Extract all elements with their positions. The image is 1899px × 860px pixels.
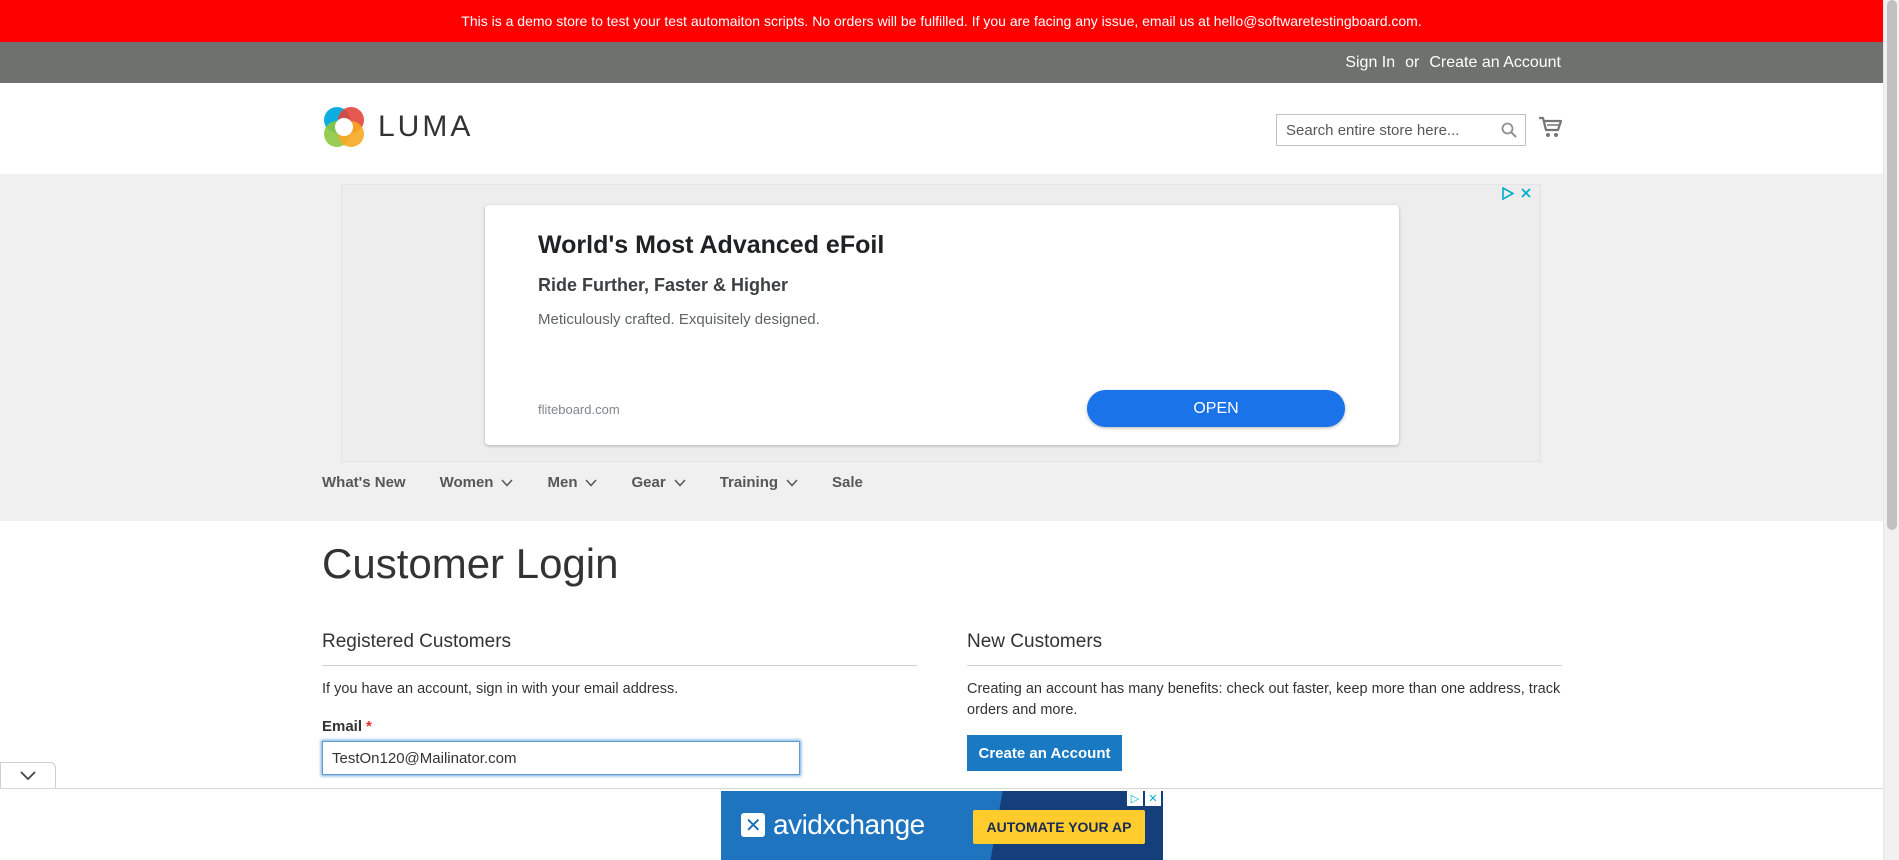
ad-subtitle: Ride Further, Faster & Higher <box>538 275 789 295</box>
page-viewport: This is a demo store to test your test a… <box>0 0 1883 860</box>
ad-title: World's Most Advanced eFoil <box>538 231 885 259</box>
header-links: Sign In or Create an Account <box>1345 42 1561 83</box>
ad-cta-button[interactable]: AUTOMATE YOUR AP <box>973 810 1145 844</box>
registered-customers-title: Registered Customers <box>322 631 917 666</box>
create-account-button[interactable]: Create an Account <box>967 735 1122 771</box>
collapse-ad-button[interactable] <box>0 762 56 788</box>
nav-item-training[interactable]: Training <box>720 474 798 491</box>
luma-logo[interactable]: LUMA <box>322 105 473 149</box>
nav-item-label: What's New <box>322 474 406 491</box>
ad-description: Meticulously crafted. Exquisitely design… <box>538 311 820 328</box>
adchoices-icon[interactable] <box>1502 187 1514 200</box>
site-header: LUMA <box>0 83 1883 174</box>
email-field[interactable] <box>322 741 800 775</box>
adchoices-icon[interactable]: ▷ <box>1127 791 1143 806</box>
ad-card[interactable]: World's Most Advanced eFoil Ride Further… <box>485 205 1399 445</box>
brand-x-icon: ✕ <box>741 813 765 837</box>
nav-item-label: Women <box>439 474 494 491</box>
chevron-down-icon <box>501 478 514 487</box>
ad-brand-text: avidxchange <box>773 809 925 840</box>
nav-item-label: Men <box>547 474 578 491</box>
nav-item-men[interactable]: Men <box>547 474 598 491</box>
banner-and-nav-area: World's Most Advanced eFoil Ride Further… <box>0 174 1883 521</box>
or-separator: or <box>1405 53 1420 71</box>
nav-item-sale[interactable]: Sale <box>832 474 863 491</box>
nav-item-gear[interactable]: Gear <box>631 474 686 491</box>
ad-controls: ▷ ✕ <box>1127 791 1161 806</box>
new-customers-title: New Customers <box>967 631 1562 666</box>
search-box <box>1276 114 1526 146</box>
chevron-down-icon <box>20 770 36 780</box>
main-navigation: What's New Women Men Gear Training Sale <box>322 474 897 491</box>
chevron-down-icon <box>786 478 798 487</box>
top-bar: Sign In or Create an Account <box>0 42 1883 83</box>
new-customers-block: New Customers Creating an account has ma… <box>967 631 1562 771</box>
demo-banner-text: This is a demo store to test your test a… <box>461 13 1422 29</box>
page-title: Customer Login <box>322 540 619 587</box>
logo-text: LUMA <box>378 110 474 143</box>
chevron-down-icon <box>585 478 598 487</box>
email-label-text: Email <box>322 718 363 735</box>
bottom-banner-ad[interactable]: ✕ avidxchange AUTOMATE YOUR AP ▷ ✕ <box>721 791 1163 860</box>
email-label: Email * <box>322 718 917 735</box>
search-input[interactable] <box>1277 115 1496 145</box>
scrollbar-thumb[interactable] <box>1887 0 1897 530</box>
demo-store-banner: This is a demo store to test your test a… <box>0 0 1883 42</box>
ad-brand: ✕ avidxchange <box>741 809 925 841</box>
registered-customers-block: Registered Customers If you have an acco… <box>322 631 917 775</box>
create-account-link[interactable]: Create an Account <box>1429 54 1561 72</box>
cart-icon[interactable] <box>1538 116 1562 138</box>
ad-controls <box>1502 187 1532 200</box>
required-asterisk: * <box>366 718 372 735</box>
registered-customers-intro: If you have an account, sign in with you… <box>322 681 679 697</box>
ad-open-button[interactable]: OPEN <box>1087 390 1345 427</box>
nav-item-label: Gear <box>631 474 666 491</box>
chevron-down-icon <box>674 478 686 487</box>
search-icon[interactable] <box>1501 122 1517 138</box>
nav-item-women[interactable]: Women <box>440 474 514 491</box>
ad-domain: fliteboard.com <box>538 402 620 417</box>
nav-item-label: Training <box>719 474 779 491</box>
luma-logo-icon <box>324 107 364 147</box>
advertisement-frame: World's Most Advanced eFoil Ride Further… <box>341 184 1541 462</box>
sign-in-link[interactable]: Sign In <box>1345 54 1395 72</box>
new-customers-text: Creating an account has many benefits: c… <box>967 681 1561 718</box>
close-icon[interactable] <box>1520 187 1532 199</box>
vertical-scrollbar[interactable] <box>1883 0 1899 860</box>
nav-item-label: Sale <box>832 474 863 491</box>
nav-item-whats-new[interactable]: What's New <box>322 474 406 491</box>
close-icon[interactable]: ✕ <box>1145 791 1161 806</box>
